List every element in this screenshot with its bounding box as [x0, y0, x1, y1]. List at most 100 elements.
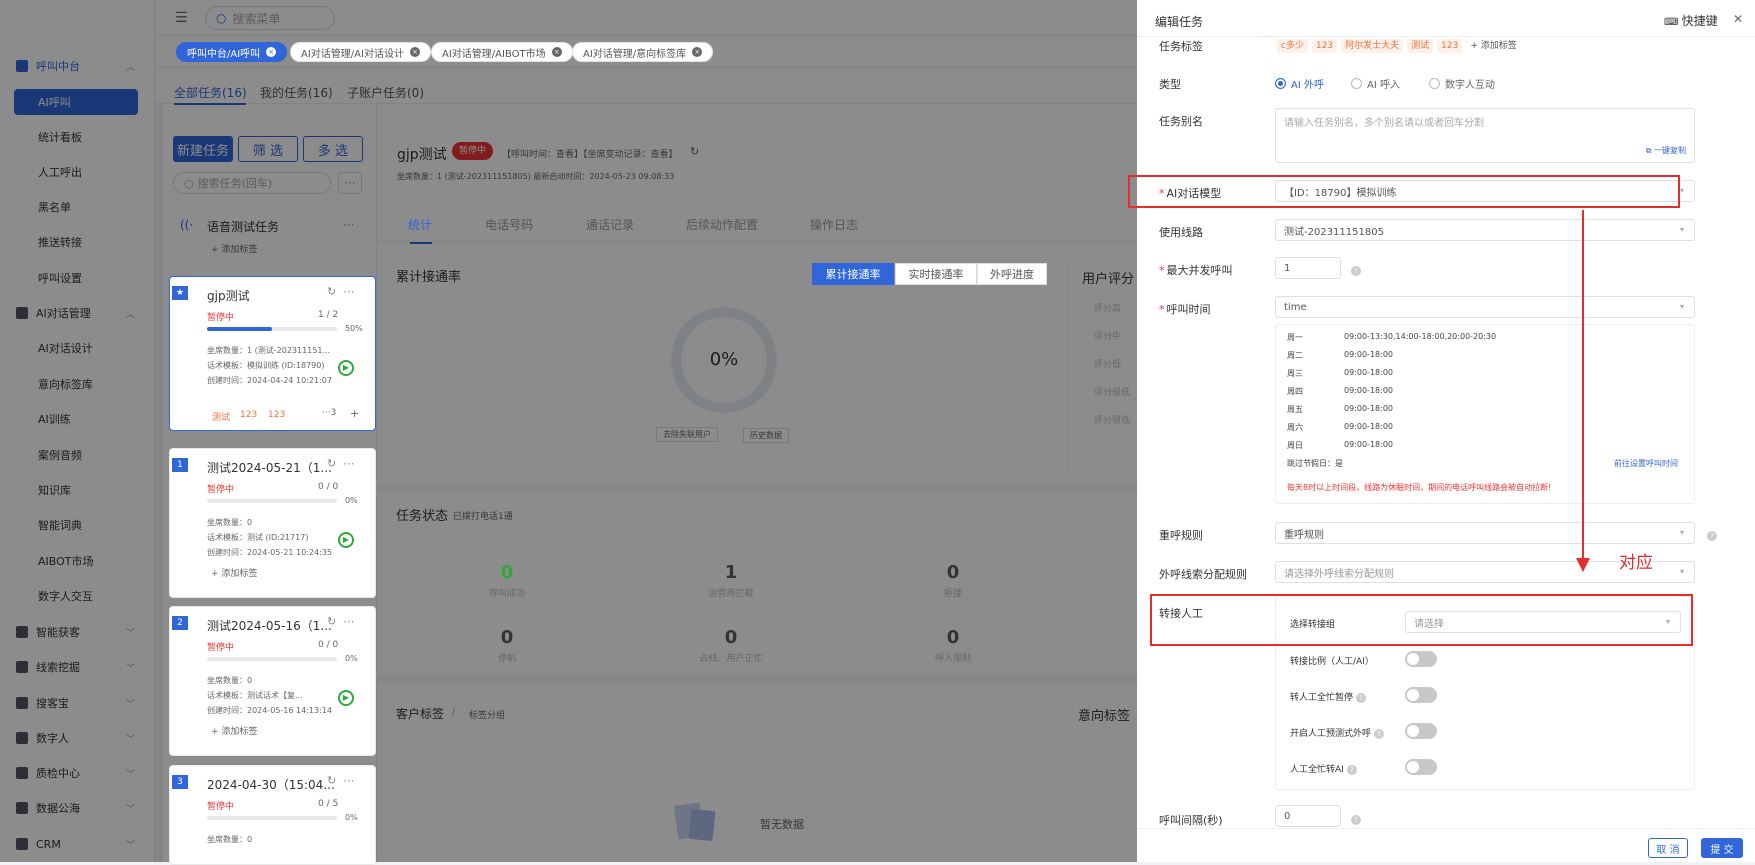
- task-tag-label: 任务标签: [1159, 40, 1203, 53]
- calltime-select[interactable]: time ▾: [1275, 296, 1695, 318]
- alias-textarea[interactable]: 请输入任务别名，多个别名请以或者回车分割 ⧉ 一键复制: [1275, 108, 1695, 163]
- refresh-icon[interactable]: ↻: [327, 457, 336, 470]
- schedule-day: 周四: [1287, 387, 1303, 396]
- redial-label: 重呼规则: [1159, 529, 1203, 542]
- interval-input[interactable]: 0: [1275, 805, 1341, 827]
- score-item: 评分很低: [1094, 416, 1131, 426]
- refresh-icon[interactable]: ↻: [327, 285, 336, 298]
- copy-button[interactable]: ⧉ 一键复制: [1646, 145, 1686, 156]
- schedule-time: 09:00-13:30,14:00-18:00,20:00-20:30: [1344, 332, 1497, 341]
- keyboard-icon: ⌨: [1664, 17, 1682, 28]
- stat-label: 呼叫成功: [488, 589, 525, 599]
- toggle-switch[interactable]: [1405, 759, 1437, 775]
- detail-tab[interactable]: 通话记录: [586, 216, 634, 233]
- shortcut-button[interactable]: ⌨ 快捷键: [1664, 12, 1718, 29]
- task-title[interactable]: 测试2024-05-21（1...: [207, 459, 332, 476]
- task-info-line: 坐席数量：0: [207, 518, 253, 527]
- more-tags[interactable]: ···3: [322, 408, 336, 418]
- detail-tab[interactable]: 操作日志: [810, 216, 858, 233]
- play-icon[interactable]: ▶: [338, 532, 354, 548]
- score-item: 评分低: [1094, 360, 1122, 370]
- task-status: 暂停中: [207, 485, 235, 495]
- add-tag-link[interactable]: + 添加标签: [211, 566, 257, 579]
- schedule-day: 周五: [1287, 405, 1303, 414]
- close-icon[interactable]: ×: [409, 47, 420, 57]
- annotation-arrow: [1582, 210, 1584, 560]
- task-tag: 阿尔发士大夫: [1341, 39, 1404, 53]
- toggle-switch[interactable]: [1405, 723, 1437, 739]
- task-info-line: 话术模板：模拟训练 (ID:18790): [207, 361, 325, 370]
- detail-tab[interactable]: 统计: [408, 216, 432, 233]
- toggle-switch[interactable]: [1405, 687, 1437, 703]
- detail-tab[interactable]: 电话号码: [485, 216, 533, 233]
- refresh-icon[interactable]: ↻: [327, 774, 336, 787]
- toggle-label: 转人工全忙暂停?: [1290, 690, 1367, 703]
- submit-button[interactable]: 提 交: [1701, 838, 1743, 858]
- type-radio[interactable]: 数字人互动: [1429, 76, 1495, 91]
- help-icon[interactable]: ?: [1374, 729, 1385, 739]
- type-label: AI 外呼: [1291, 80, 1324, 91]
- progress-bar: [207, 816, 337, 820]
- task-info-line: 坐席数量：0: [207, 835, 253, 844]
- toggle-label: 转接比例（人工/AI）: [1290, 654, 1374, 667]
- open-tab[interactable]: AI对话管理/AI对话设计 ×: [290, 42, 431, 62]
- assign-label: 外呼线索分配规则: [1159, 568, 1247, 581]
- calltime-label: * 呼叫时间: [1159, 303, 1211, 316]
- schedule-time: 09:00-18:00: [1344, 404, 1393, 413]
- help-icon[interactable]: ?: [1348, 811, 1361, 825]
- open-tab[interactable]: 呼叫中台/AI呼叫 ×: [176, 42, 288, 62]
- more-icon[interactable]: ···: [343, 615, 354, 629]
- task-title[interactable]: 2024-04-30（15:04...: [207, 776, 335, 793]
- line-label: 使用线路: [1159, 226, 1203, 239]
- task-title[interactable]: 测试2024-05-16（1...: [207, 617, 332, 634]
- schedule-day: 周二: [1287, 351, 1303, 360]
- rate-toggle-button[interactable]: 累计接通率: [812, 263, 894, 285]
- close-icon[interactable]: ×: [266, 47, 277, 57]
- line-select[interactable]: 测试-202311151805 ▾: [1275, 219, 1695, 241]
- goto-settings-link[interactable]: 前往设置呼叫时间: [1614, 458, 1678, 469]
- rate-toggle-button[interactable]: 实时接通率: [895, 263, 977, 285]
- toggle-switch[interactable]: [1405, 651, 1437, 667]
- rate-toggle-button[interactable]: 外呼进度: [977, 263, 1047, 285]
- radio-icon: [1351, 78, 1362, 89]
- close-icon[interactable]: ✕: [1733, 12, 1743, 26]
- task-info-line: 话术模板：测试话术【复...: [207, 691, 303, 700]
- stat-label: 拒接: [943, 589, 962, 599]
- play-icon[interactable]: ▶: [338, 690, 354, 706]
- type-radio[interactable]: AI 呼入: [1351, 76, 1400, 91]
- open-tab[interactable]: AI对话管理/意向标签库 ×: [572, 42, 714, 62]
- close-icon[interactable]: ×: [692, 47, 703, 57]
- more-icon[interactable]: ···: [343, 285, 354, 299]
- alias-label: 任务别名: [1159, 115, 1203, 128]
- add-tag-link[interactable]: + 添加标签: [211, 724, 257, 737]
- redial-select[interactable]: 重呼规则 ▾: [1275, 522, 1695, 544]
- detail-tab[interactable]: 后续动作配置: [686, 216, 758, 233]
- task-title[interactable]: gjp测试: [207, 287, 250, 304]
- add-tag-icon[interactable]: +: [350, 407, 359, 420]
- stat-number: 0: [946, 627, 960, 648]
- schedule-time: 09:00-18:00: [1344, 422, 1393, 431]
- help-icon[interactable]: ?: [1346, 765, 1357, 775]
- cancel-button[interactable]: 取 消: [1648, 838, 1688, 858]
- refresh-icon[interactable]: ↻: [327, 615, 336, 628]
- edit-task-drawer: 编辑任务 ⌨ 快捷键 ✕ 任务标签 c多少 123 阿尔发士大夫 测试 123 + 添加标…: [1128, 0, 1755, 862]
- task-progress: 0 / 5: [318, 799, 339, 809]
- task-rank-badge: 1: [172, 458, 188, 472]
- more-icon[interactable]: ···: [343, 457, 354, 471]
- toggle-label: 人工全忙转AI?: [1290, 762, 1357, 775]
- open-tab[interactable]: AI对话管理/AIBOT市场 ×: [431, 42, 573, 62]
- more-icon[interactable]: ···: [343, 774, 354, 788]
- task-info-line: 创建时间：2024-04-24 10:21:07: [207, 376, 332, 385]
- stat-label: 呼入限制: [934, 654, 971, 664]
- close-icon[interactable]: ×: [551, 47, 562, 57]
- help-icon[interactable]: ?: [1348, 262, 1361, 276]
- task-tag: 测试: [1407, 39, 1434, 53]
- help-icon[interactable]: ?: [1356, 693, 1367, 703]
- type-label: 数字人互动: [1445, 80, 1495, 91]
- play-icon[interactable]: ▶: [338, 360, 354, 376]
- help-icon[interactable]: ?: [1704, 527, 1717, 541]
- toggle-label: 开启人工预测式外呼?: [1290, 726, 1385, 739]
- type-radio[interactable]: AI 外呼: [1275, 76, 1324, 91]
- concurrency-input[interactable]: 1: [1275, 257, 1341, 279]
- add-tag-link[interactable]: + 添加标签: [1466, 39, 1520, 53]
